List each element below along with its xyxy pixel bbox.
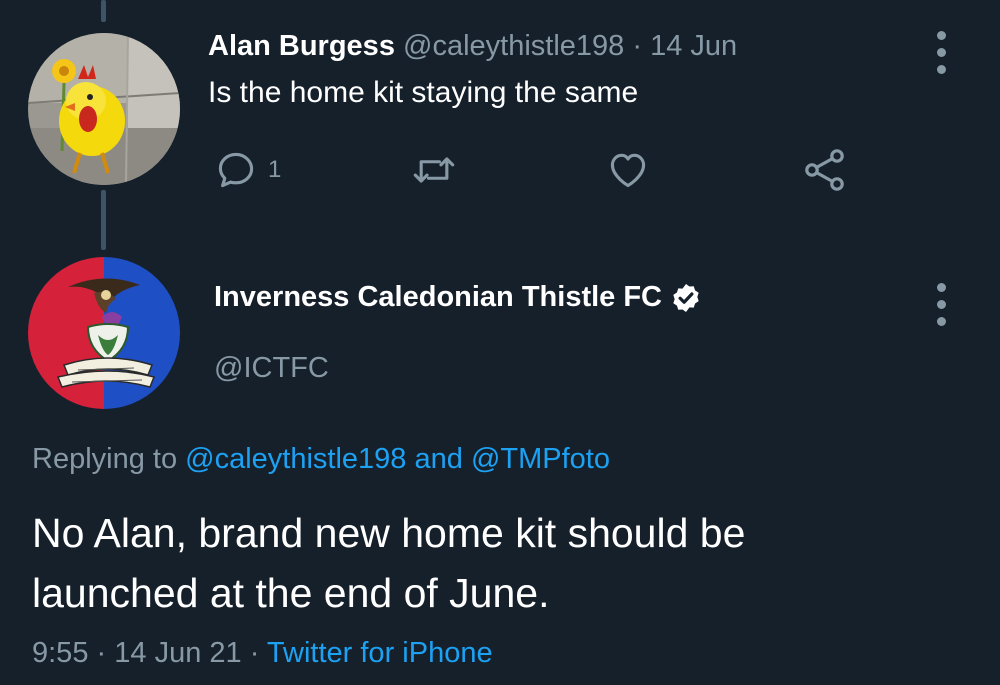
like-icon [610,153,646,188]
tweet-date: 14 Jun 21 [114,637,242,669]
replying-to: Replying to @caleythistle198 and @TMPfot… [32,443,610,476]
replying-and[interactable]: and [415,443,463,475]
author-handle[interactable]: @ICTFC [214,352,329,385]
like-button[interactable] [606,148,650,192]
retweet-button[interactable] [411,148,457,192]
mention-link[interactable]: @TMPfoto [471,443,610,475]
tweet-text-line: launched at the end of June. [32,570,550,616]
share-icon [805,149,844,191]
more-options-button[interactable] [936,31,946,74]
main-tweet-text: No Alan, brand new home kit should be la… [32,503,745,623]
meta-separator: · [96,637,107,669]
retweet-icon [413,157,455,183]
reply-icon [218,152,254,188]
more-dot [936,48,946,57]
tweet-date[interactable]: 14 Jun [650,30,737,62]
more-dot [936,31,946,40]
reply-button[interactable]: 1 [214,148,281,192]
tweet-time: 9:55 [32,637,89,669]
author-name[interactable]: Alan Burgess [208,30,395,62]
tweet-meta: 9:55 · 14 Jun 21 · Twitter for iPhone [32,637,493,670]
meta-separator: · [249,637,260,669]
main-tweet-author-row: Inverness Caledonian Thistle FC [214,281,702,314]
replying-to-label: Replying to [32,443,178,475]
more-dot [936,317,946,326]
reply-tweet-header: Alan Burgess @caleythistle198 · 14 Jun [208,30,737,63]
verified-badge-icon [673,283,699,312]
more-dot [936,300,946,309]
tweet-text-line: No Alan, brand new home kit should be [32,510,746,556]
alan-burgess-avatar[interactable] [28,33,180,185]
share-button[interactable] [801,146,849,194]
author-handle[interactable]: @caleythistle198 [403,30,624,62]
ictfc-avatar[interactable] [28,257,180,409]
author-name[interactable]: Inverness Caledonian Thistle FC [214,281,662,314]
reply-tweet-text: Is the home kit staying the same [208,76,639,109]
chicken-ornament-photo [28,33,180,185]
more-dot [936,65,946,74]
thread-line-top [101,0,106,22]
reply-count: 1 [268,156,282,183]
source-link[interactable]: Twitter for iPhone [267,637,493,669]
mention-link[interactable]: @caleythistle198 [185,443,406,475]
more-dot [936,283,946,292]
header-separator: · [632,30,643,62]
club-crest-logo [28,257,180,409]
thread-line-middle [101,190,106,250]
more-options-button[interactable] [936,283,946,326]
